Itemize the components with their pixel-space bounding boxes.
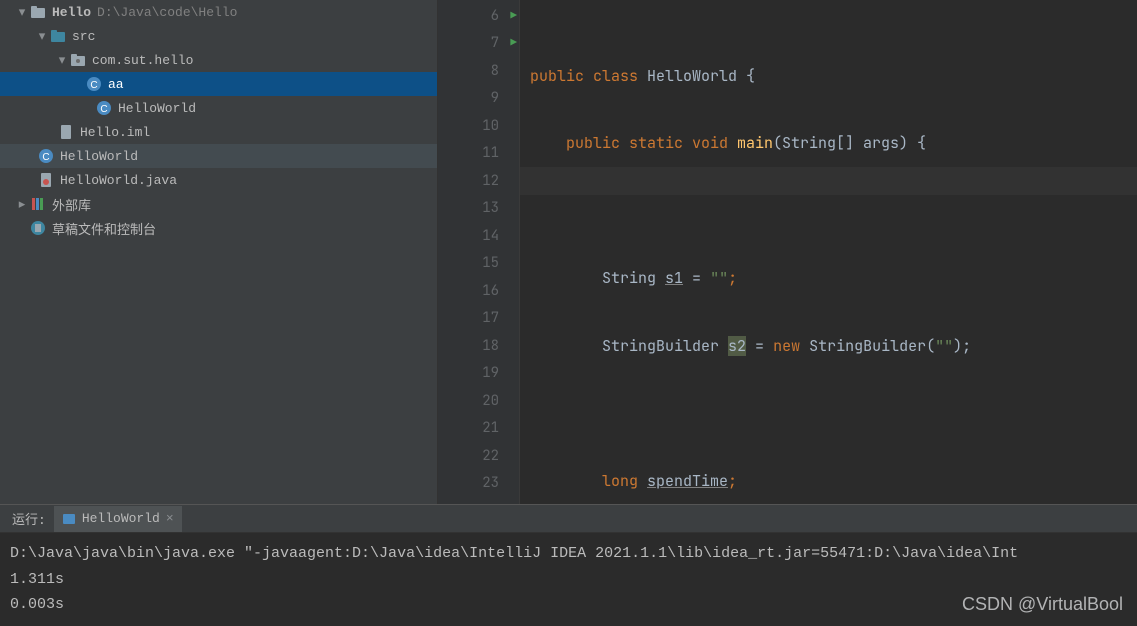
source-folder-icon bbox=[50, 28, 66, 44]
code-editor[interactable]: 6 7 8 9 10 11 12 13 14 15 16 17 18 19 20… bbox=[438, 0, 1137, 504]
tree-file-aa[interactable]: C aa bbox=[0, 72, 437, 96]
console-line: 0.003s bbox=[10, 592, 1127, 618]
code-area[interactable]: public class HelloWorld { public static … bbox=[520, 0, 1137, 504]
tree-item-label: src bbox=[72, 29, 95, 44]
run-config-icon bbox=[62, 512, 76, 526]
line-number[interactable]: 11 bbox=[438, 140, 519, 168]
tree-item-label: HelloWorld bbox=[118, 101, 196, 116]
tree-class-helloworld[interactable]: C HelloWorld bbox=[0, 144, 437, 168]
class-icon: C bbox=[86, 76, 102, 92]
line-number[interactable]: 20 bbox=[438, 387, 519, 415]
folder-icon bbox=[30, 4, 46, 20]
chevron-down-icon: ▾ bbox=[34, 29, 50, 44]
line-number[interactable]: 13 bbox=[438, 195, 519, 223]
line-number[interactable]: 18 bbox=[438, 332, 519, 360]
console-line: 1.311s bbox=[10, 567, 1127, 593]
line-number[interactable]: 21 bbox=[438, 415, 519, 443]
line-number[interactable]: 15 bbox=[438, 250, 519, 278]
java-file-icon bbox=[38, 172, 54, 188]
line-number[interactable]: 17 bbox=[438, 305, 519, 333]
project-path: D:\Java\code\Hello bbox=[97, 5, 237, 20]
line-number[interactable]: 23 bbox=[438, 470, 519, 498]
tree-external-libs[interactable]: ▸ 外部库 bbox=[10, 192, 437, 216]
line-number[interactable]: 7 bbox=[438, 30, 519, 58]
class-icon: C bbox=[96, 100, 112, 116]
line-number[interactable]: 8 bbox=[438, 57, 519, 85]
chevron-down-icon: ▾ bbox=[54, 53, 70, 68]
run-label: 运行: bbox=[0, 509, 54, 528]
line-number[interactable]: 6 bbox=[438, 2, 519, 30]
line-number[interactable]: 19 bbox=[438, 360, 519, 388]
tree-src-folder[interactable]: ▾ src bbox=[10, 24, 437, 48]
package-icon bbox=[70, 52, 86, 68]
library-icon bbox=[30, 196, 46, 212]
line-number[interactable]: 16 bbox=[438, 277, 519, 305]
line-number[interactable]: 14 bbox=[438, 222, 519, 250]
svg-text:C: C bbox=[90, 80, 97, 91]
svg-text:C: C bbox=[100, 104, 107, 115]
line-number[interactable]: 12 bbox=[438, 167, 519, 195]
file-icon bbox=[58, 124, 74, 140]
svg-text:C: C bbox=[42, 152, 49, 163]
line-number[interactable]: 24 bbox=[438, 497, 519, 504]
project-name: Hello bbox=[52, 5, 91, 20]
close-icon[interactable]: × bbox=[166, 511, 174, 526]
run-tab-label: HelloWorld bbox=[82, 511, 160, 526]
line-gutter[interactable]: 6 7 8 9 10 11 12 13 14 15 16 17 18 19 20… bbox=[438, 0, 520, 504]
project-tree[interactable]: ▾ Hello D:\Java\code\Hello ▾ src ▾ com.s… bbox=[0, 0, 438, 504]
tree-item-label: com.sut.hello bbox=[92, 53, 193, 68]
tree-project-root[interactable]: ▾ Hello D:\Java\code\Hello bbox=[10, 0, 437, 24]
tree-item-label: Hello.iml bbox=[80, 125, 150, 140]
tree-item-label: aa bbox=[108, 77, 124, 92]
line-number[interactable]: 22 bbox=[438, 442, 519, 470]
class-icon: C bbox=[38, 148, 54, 164]
chevron-right-icon: ▸ bbox=[14, 197, 30, 212]
tree-item-label: 外部库 bbox=[52, 195, 91, 214]
console-line: D:\Java\java\bin\java.exe "-javaagent:D:… bbox=[10, 541, 1127, 567]
tree-java-helloworld[interactable]: HelloWorld.java bbox=[10, 168, 437, 192]
tree-file-iml[interactable]: Hello.iml bbox=[10, 120, 437, 144]
tree-scratches[interactable]: 草稿文件和控制台 bbox=[10, 216, 437, 240]
scratch-icon bbox=[30, 220, 46, 236]
tree-item-label: HelloWorld bbox=[60, 149, 138, 164]
line-number[interactable]: 10 bbox=[438, 112, 519, 140]
tree-item-label: 草稿文件和控制台 bbox=[52, 219, 156, 238]
line-number[interactable]: 9 bbox=[438, 85, 519, 113]
chevron-down-icon: ▾ bbox=[14, 5, 30, 20]
tree-package[interactable]: ▾ com.sut.hello bbox=[10, 48, 437, 72]
watermark: CSDN @VirtualBool bbox=[962, 594, 1123, 615]
tree-item-label: HelloWorld.java bbox=[60, 173, 177, 188]
run-tab[interactable]: HelloWorld × bbox=[54, 506, 182, 532]
caret-line-highlight bbox=[520, 167, 1137, 195]
tree-file-helloworld[interactable]: C HelloWorld bbox=[10, 96, 437, 120]
